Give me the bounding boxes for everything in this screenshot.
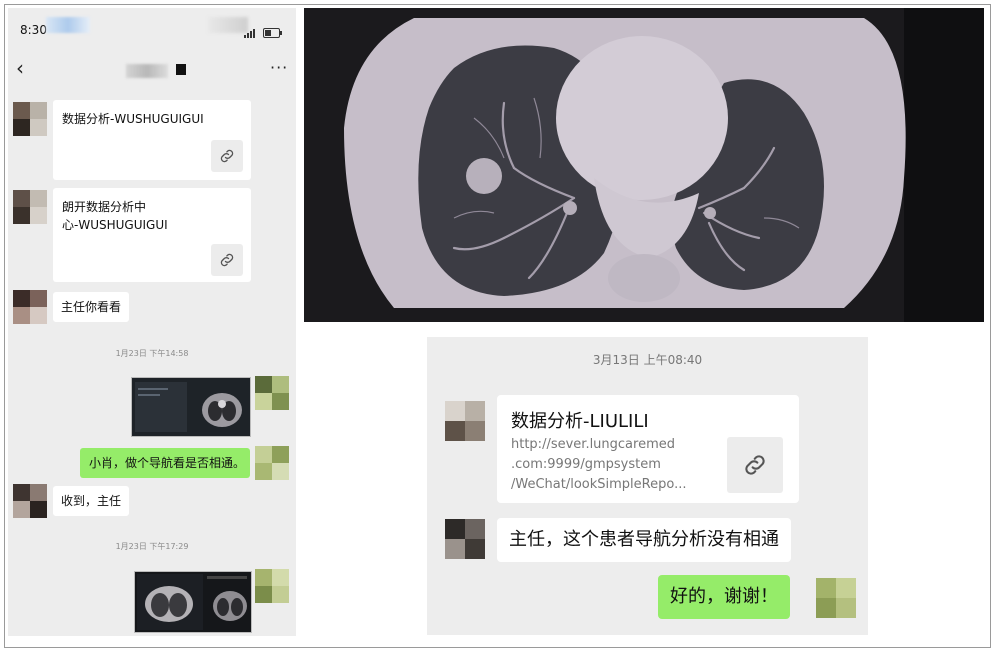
- avatar[interactable]: [816, 578, 856, 618]
- back-icon[interactable]: ‹: [16, 56, 24, 80]
- url-line: http://sever.lungcaremed: [511, 437, 675, 452]
- status-time: 8:30: [20, 23, 47, 37]
- link-card-message[interactable]: 数据分析-WUSHUGUIGUI: [53, 100, 251, 180]
- link-card-url: http://sever.lungcaremed .com:9999/gmpsy…: [511, 435, 721, 495]
- avatar[interactable]: [13, 102, 47, 136]
- text-message[interactable]: 主任你看看: [53, 292, 130, 322]
- more-icon[interactable]: ···: [270, 58, 288, 77]
- timestamp: 3月13日 上午08:40: [592, 353, 703, 367]
- status-bar: 8:30: [8, 8, 296, 48]
- link-card-message[interactable]: 朗开数据分析中 心-WUSHUGUIGUI: [53, 188, 251, 282]
- blurred-contact-name: [126, 64, 168, 78]
- chat-navbar: ‹ ···: [8, 50, 296, 90]
- right-chat-screenshot: 3月13日 上午08:40 数据分析-LIULILI http://sever.…: [427, 337, 868, 635]
- text-message[interactable]: 主任，这个患者导航分析没有相通: [497, 518, 791, 562]
- contact-name-mark: [176, 64, 186, 75]
- url-line: .com:9999/gmpsystem: [511, 457, 661, 472]
- left-chat-screenshot: 8:30 ‹ ··· 数据分析-WUSHUGUIGUI 朗开数据分析中 心-WU…: [8, 8, 296, 636]
- message-text: 主任你看看: [61, 300, 122, 314]
- avatar[interactable]: [13, 190, 47, 224]
- avatar[interactable]: [445, 401, 485, 441]
- link-card-title-line2: 心-WUSHUGUIGUI: [62, 218, 168, 232]
- ct-scan-image: [304, 8, 984, 322]
- link-card-title: 数据分析-LIULILI: [511, 411, 649, 432]
- message-text: 主任，这个患者导航分析没有相通: [509, 529, 779, 550]
- sent-text-message[interactable]: 小肖，做个导航看是否相通。: [80, 448, 250, 478]
- sent-image[interactable]: [131, 377, 251, 437]
- link-card-message[interactable]: 数据分析-LIULILI http://sever.lungcaremed .c…: [497, 395, 799, 503]
- avatar[interactable]: [255, 376, 289, 410]
- sent-text-message[interactable]: 好的，谢谢！: [658, 575, 790, 619]
- link-icon: [211, 244, 243, 276]
- blurred-notification-icons: [46, 17, 90, 33]
- text-message[interactable]: 收到，主任: [53, 486, 130, 516]
- link-card-title-line1: 朗开数据分析中: [62, 200, 147, 214]
- sent-image[interactable]: [134, 571, 252, 633]
- avatar[interactable]: [255, 446, 289, 480]
- avatar[interactable]: [13, 484, 47, 518]
- battery-icon: [263, 28, 282, 38]
- avatar[interactable]: [445, 519, 485, 559]
- avatar[interactable]: [13, 290, 47, 324]
- timestamp: 1月23日 下午14:58: [115, 349, 189, 358]
- link-card-title: 数据分析-WUSHUGUIGUI: [62, 112, 204, 126]
- message-text: 收到，主任: [61, 494, 122, 508]
- link-icon: [727, 437, 783, 493]
- blurred-status-icons: [208, 17, 248, 33]
- link-icon: [211, 140, 243, 172]
- timestamp: 1月23日 下午17:29: [115, 542, 189, 551]
- message-text: 好的，谢谢！: [670, 586, 778, 607]
- signal-icon: [244, 28, 258, 38]
- url-line: /WeChat/lookSimpleRepo...: [511, 477, 687, 492]
- message-text: 小肖，做个导航看是否相通。: [89, 456, 246, 470]
- avatar[interactable]: [255, 569, 289, 603]
